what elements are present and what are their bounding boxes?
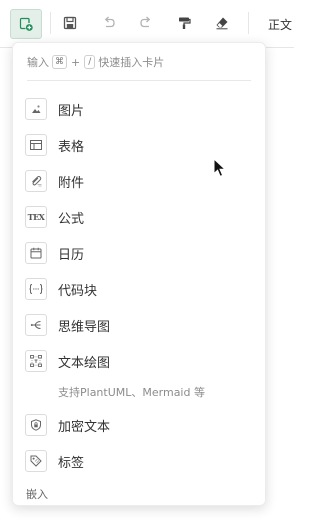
save-icon — [63, 16, 77, 30]
clear-format-button[interactable] — [209, 10, 235, 36]
insert-card-icon — [18, 16, 34, 32]
save-button[interactable] — [57, 10, 83, 36]
hint-plus: + — [71, 55, 81, 69]
menu-item-label: 公式 — [58, 211, 85, 227]
hint-key-command: ⌘ — [52, 55, 67, 69]
paint-roller-icon — [177, 16, 191, 30]
menu-item-encrypted-text[interactable]: 加密文本 — [25, 411, 253, 439]
menu-item-label: 标签 — [58, 455, 85, 471]
text-drawing-icon — [25, 350, 47, 372]
toolbar-divider — [248, 12, 249, 34]
menu-item-label: 附件 — [58, 175, 85, 191]
menu-item-label: 图片 — [58, 103, 85, 119]
encrypted-text-icon — [25, 414, 47, 436]
undo-button[interactable] — [96, 10, 122, 36]
code-block-icon — [25, 278, 47, 300]
hint-prefix: 输入 — [27, 56, 49, 69]
menu-item-label: 日历 — [58, 247, 85, 263]
insert-card-menu: 输入 ⌘ + / 快速插入卡片 图片 表格 附件 TEX 公式 日历 代码块 思… — [12, 42, 266, 506]
menu-item-label: 加密文本 — [58, 419, 111, 435]
eraser-icon — [215, 16, 229, 30]
image-icon — [25, 98, 47, 120]
paragraph-style-select[interactable]: 正文 — [268, 16, 292, 33]
embed-section-title: 嵌入 — [26, 488, 48, 501]
calendar-icon — [25, 242, 47, 264]
attachment-icon — [25, 170, 47, 192]
text-drawing-note: 支持PlantUML、Mermaid 等 — [58, 386, 205, 399]
redo-button[interactable] — [133, 10, 159, 36]
table-icon — [25, 134, 47, 156]
toolbar-divider — [50, 12, 51, 34]
menu-item-label: 文本绘图 — [58, 355, 111, 371]
menu-item-label: 代码块 — [58, 283, 98, 299]
mind-map-icon — [25, 314, 47, 336]
mouse-cursor-icon — [213, 157, 227, 182]
hint-key-slash: / — [84, 55, 96, 69]
menu-item-label: 思维导图 — [58, 319, 111, 335]
menu-item-calendar[interactable]: 日历 — [25, 239, 253, 267]
hint-divider — [27, 80, 251, 81]
shortcut-hint: 输入 ⌘ + / 快速插入卡片 — [27, 54, 164, 70]
tex-icon: TEX — [25, 206, 47, 228]
menu-item-formula[interactable]: TEX 公式 — [25, 203, 253, 231]
insert-card-button[interactable] — [10, 9, 42, 39]
menu-item-table[interactable]: 表格 — [25, 131, 253, 159]
hint-suffix: 快速插入卡片 — [98, 56, 165, 69]
menu-item-label: 表格 — [58, 139, 85, 155]
tag-icon — [25, 450, 47, 472]
menu-item-text-drawing[interactable]: 文本绘图 — [25, 347, 253, 375]
format-painter-button[interactable] — [171, 10, 197, 36]
menu-item-tag[interactable]: 标签 — [25, 447, 253, 475]
redo-icon — [139, 16, 153, 30]
undo-icon — [102, 16, 116, 30]
menu-item-code-block[interactable]: 代码块 — [25, 275, 253, 303]
menu-item-mind-map[interactable]: 思维导图 — [25, 311, 253, 339]
editor-toolbar: 正文 — [0, 0, 294, 48]
menu-item-image[interactable]: 图片 — [25, 95, 253, 123]
